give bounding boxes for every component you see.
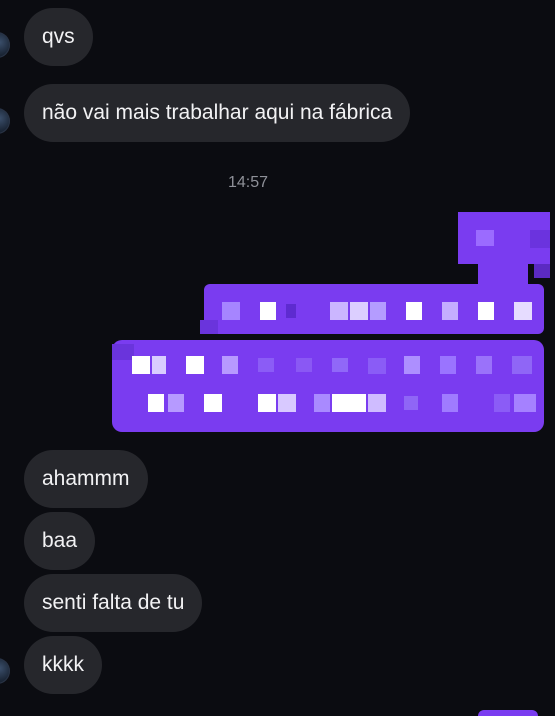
incoming-message[interactable]: baa xyxy=(24,512,96,570)
incoming-message[interactable]: senti falta de tu xyxy=(24,574,203,632)
incoming-message[interactable]: qvs xyxy=(24,8,93,66)
incoming-message[interactable]: ahammm xyxy=(24,450,148,508)
message-timestamp: 14:57 xyxy=(227,174,269,191)
contact-avatar[interactable] xyxy=(0,108,10,134)
outgoing-message[interactable] xyxy=(200,284,544,334)
outgoing-message[interactable] xyxy=(458,212,550,288)
incoming-message[interactable]: não vai mais trabalhar aqui na fábrica xyxy=(24,84,411,142)
outgoing-message[interactable] xyxy=(112,340,544,432)
outgoing-message[interactable] xyxy=(478,710,538,716)
incoming-message[interactable]: kkkk xyxy=(24,636,102,694)
contact-avatar[interactable] xyxy=(0,32,10,58)
contact-avatar[interactable] xyxy=(0,658,10,684)
